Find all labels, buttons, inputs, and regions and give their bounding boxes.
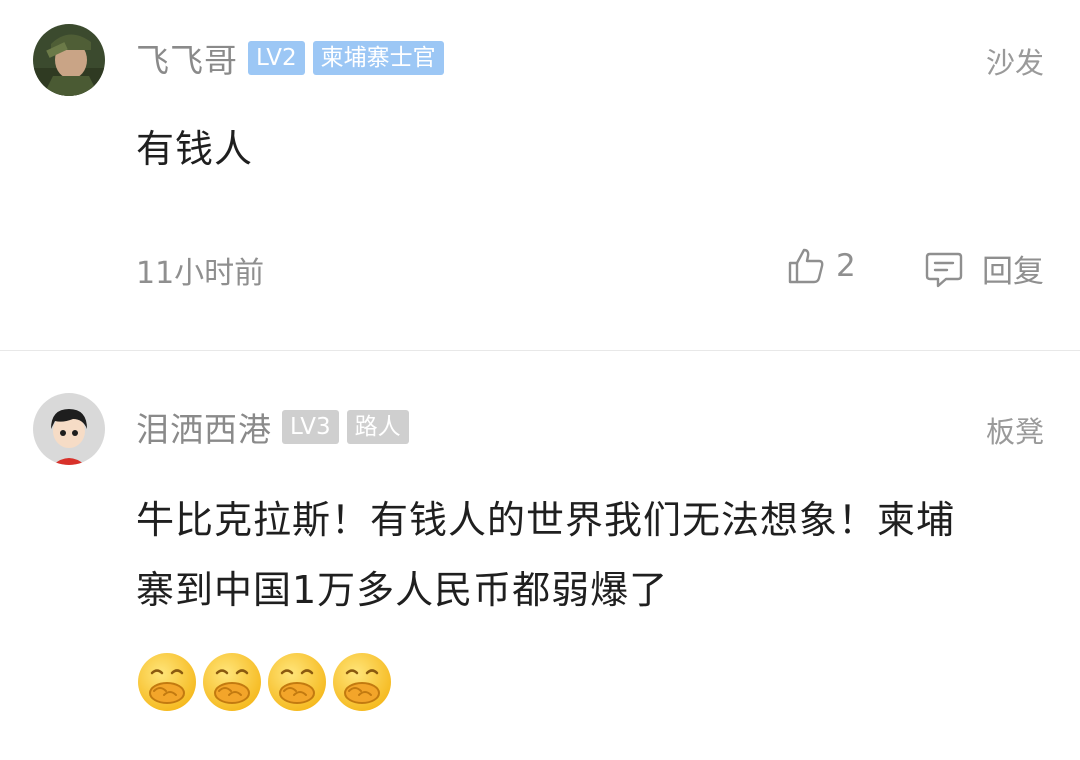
floor-label: 板凳 xyxy=(985,415,1044,449)
level-badge: LV3 xyxy=(282,410,339,444)
comment-meta: 11小时前 2 回复 xyxy=(136,246,1044,291)
level-badge: LV2 xyxy=(248,41,305,75)
covering-mouth-laugh-emoji-icon xyxy=(333,653,391,711)
reply-label: 回复 xyxy=(982,254,1044,290)
cartoon-boy-avatar-icon xyxy=(33,393,105,465)
like-button[interactable]: 2 xyxy=(786,246,856,286)
timestamp: 11小时前 xyxy=(136,256,265,291)
comment-text: 有钱人 xyxy=(136,127,254,171)
avatar[interactable] xyxy=(33,393,105,465)
username[interactable]: 泪洒西港 xyxy=(136,403,272,451)
soldier-avatar-icon xyxy=(33,24,105,96)
reply-button[interactable]: 回复 xyxy=(924,246,1044,291)
comment-bubble-icon xyxy=(925,252,963,287)
emoji-row xyxy=(136,651,396,713)
floor-label: 沙发 xyxy=(985,46,1044,80)
author-row: 飞飞哥 LV2 柬埔寨士官 xyxy=(136,38,452,80)
comment-item-2: 泪洒西港 LV3 路人 板凳 牛比克拉斯！有钱人的世界我们无法想象！柬埔寨到中国… xyxy=(0,351,1080,760)
covering-mouth-laugh-emoji-icon xyxy=(203,653,261,711)
covering-mouth-laugh-emoji-icon xyxy=(138,653,196,711)
covering-mouth-laugh-emoji-icon xyxy=(268,653,326,711)
username[interactable]: 飞飞哥 xyxy=(136,34,238,82)
title-badge: 柬埔寨士官 xyxy=(312,41,444,75)
author-row: 泪洒西港 LV3 路人 xyxy=(136,407,417,449)
like-count: 2 xyxy=(836,248,856,284)
title-badge: 路人 xyxy=(346,410,409,444)
comment-text: 牛比克拉斯！有钱人的世界我们无法想象！柬埔寨到中国1万多人民币都弱爆了 xyxy=(136,498,956,612)
avatar[interactable] xyxy=(33,24,105,96)
comment-item-1: 飞飞哥 LV2 柬埔寨士官 沙发 有钱人 11小时前 2 回复 xyxy=(0,0,1080,350)
thumbs-up-icon xyxy=(788,248,824,284)
